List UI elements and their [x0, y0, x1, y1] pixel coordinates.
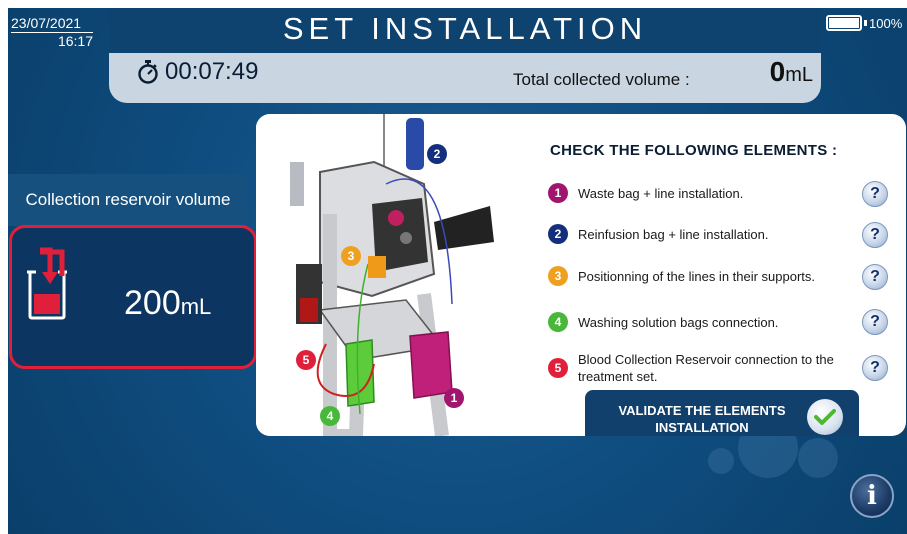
callout-3: 3 [348, 249, 355, 263]
item-number-badge: 1 [548, 183, 568, 203]
help-button-1[interactable]: ? [862, 181, 888, 207]
help-icon: ? [870, 268, 880, 285]
header-panel: SET INSTALLATION 00:07:49 Total collecte… [109, 8, 821, 103]
validate-installation-button[interactable]: VALIDATE THE ELEMENTS INSTALLATION [585, 390, 859, 436]
callout-5: 5 [303, 353, 310, 367]
battery-indicator: 100% [826, 15, 902, 31]
time-text: 16:17 [57, 33, 93, 49]
checklist-card: 2 3 5 1 4 CHECK THE FOLLOWING ELEMENTS :… [256, 114, 906, 436]
machine-illustration: 2 3 5 1 4 [256, 114, 516, 436]
checklist-item-3: 3 Positionning of the lines in their sup… [548, 266, 838, 286]
item-text: Blood Collection Reservoir connection to… [578, 352, 834, 384]
callout-1: 1 [451, 391, 458, 405]
help-icon: ? [870, 226, 880, 243]
help-icon: ? [870, 359, 880, 376]
validate-label: VALIDATE THE ELEMENTS INSTALLATION [618, 403, 786, 435]
info-button[interactable]: i [850, 474, 894, 518]
datetime: 23/07/2021 16:17 [11, 15, 93, 49]
total-volume-unit: mL [785, 64, 813, 86]
timer-text: 00:07:49 [165, 58, 259, 85]
screen: 23/07/2021 16:17 SET INSTALLATION 00:07:… [8, 8, 907, 534]
battery-icon [826, 15, 862, 31]
date-text: 23/07/2021 [11, 15, 93, 33]
stopwatch-icon [138, 60, 158, 84]
help-icon: ? [870, 185, 880, 202]
collection-reservoir-label: Collection reservoir volume [8, 174, 248, 226]
item-text: Washing solution bags connection. [578, 314, 779, 330]
help-button-3[interactable]: ? [862, 264, 888, 290]
item-text: Reinfusion bag + line installation. [578, 226, 769, 242]
collection-volume-value: 200 [124, 284, 181, 322]
check-icon [807, 399, 843, 435]
callout-4: 4 [327, 409, 334, 423]
callout-2: 2 [434, 147, 441, 161]
battery-percent: 100% [869, 15, 903, 31]
help-button-4[interactable]: ? [862, 309, 888, 335]
total-volume-label: Total collected volume : [513, 70, 690, 89]
item-text: Waste bag + line installation. [578, 185, 744, 201]
checklist-item-5: 5 Blood Collection Reservoir connection … [548, 351, 838, 385]
item-text: Positionning of the lines in their suppo… [578, 268, 816, 284]
checklist-item-2: 2 Reinfusion bag + line installation. [548, 224, 838, 244]
item-number-badge: 4 [548, 312, 568, 332]
item-number-badge: 2 [548, 224, 568, 244]
checklist-item-1: 1 Waste bag + line installation. [548, 183, 838, 203]
elapsed-timer: 00:07:49 [137, 58, 258, 86]
collection-reservoir-panel: 200mL [9, 225, 257, 369]
page-title: SET INSTALLATION [109, 8, 821, 53]
help-button-2[interactable]: ? [862, 222, 888, 248]
collection-volume-unit: mL [180, 294, 212, 319]
checklist-title: CHECK THE FOLLOWING ELEMENTS : [550, 142, 838, 159]
checklist-item-4: 4 Washing solution bags connection. [548, 312, 838, 332]
info-icon: i [867, 481, 877, 511]
collection-volume: 200mL [124, 284, 211, 323]
item-number-badge: 5 [548, 358, 568, 378]
item-number-badge: 3 [548, 266, 568, 286]
total-volume: 0mL [770, 56, 813, 88]
reservoir-icon [27, 247, 67, 320]
total-volume-value: 0 [769, 56, 786, 87]
help-icon: ? [870, 313, 880, 330]
help-button-5[interactable]: ? [862, 355, 888, 381]
